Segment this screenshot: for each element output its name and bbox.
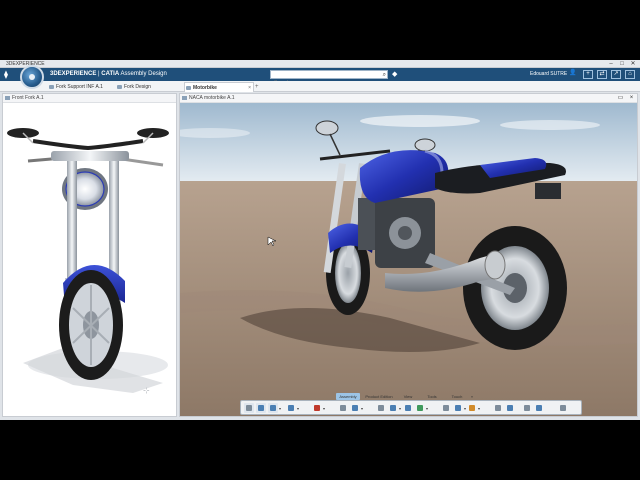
panel-header: Front Fork A.1 [3, 94, 176, 103]
catia-window: 3DEXPERIENCE – □ ✕ ⧫ 3DEXPERIENCE | CATI… [0, 60, 640, 420]
panel-title: Front Fork A.1 [12, 95, 44, 101]
more-tabs-button[interactable]: » [468, 393, 476, 400]
assembly-icon [186, 86, 191, 90]
tab-label: Fork Support INF A.1 [56, 84, 103, 90]
measure-icon[interactable] [493, 403, 503, 413]
action-bar-tabs: Assembly Product Edition View Tools Touc… [336, 393, 476, 400]
product-label: CATIA [101, 71, 120, 77]
assembly-icon [182, 96, 187, 100]
window-titlebar: 3DEXPERIENCE – □ ✕ [0, 60, 640, 68]
user-avatar-icon[interactable]: 👤 [568, 70, 578, 79]
minimize-button[interactable]: – [606, 60, 616, 68]
tab-fork-support[interactable]: Fork Support INF A.1 [48, 82, 103, 92]
motorbike-3d-model[interactable] [180, 103, 638, 417]
engineering-connection-icon[interactable]: ▾ [415, 403, 428, 413]
update-icon[interactable]: ▾ [312, 403, 325, 413]
mate-icon[interactable] [534, 403, 544, 413]
app-header: ⧫ 3DEXPERIENCE | CATIA Assembly Design ⌕… [0, 68, 640, 87]
viewport-header: NACA motorbike A.1 [180, 94, 637, 103]
viewport-restore-icon[interactable]: ▭ [616, 94, 625, 103]
viewport-close-icon[interactable]: × [627, 94, 636, 103]
communicate-button[interactable]: ↗ [611, 70, 621, 79]
front-fork-3d-model[interactable]: ⊹ [3, 103, 177, 417]
add-tab-button[interactable]: + [255, 82, 259, 92]
search-icon[interactable]: ⌕ [383, 71, 386, 79]
app-name-label: Assembly Design [120, 71, 167, 77]
user-name[interactable]: Edouard SUTRE [530, 68, 567, 81]
svg-text:⊹: ⊹ [143, 386, 150, 395]
flexible-icon[interactable] [522, 403, 532, 413]
split-icon[interactable] [403, 403, 413, 413]
editor-tab-strip: Fork Support INF A.1 Fork Design Motorbi… [0, 81, 640, 92]
tag-icon[interactable]: ◆ [392, 70, 397, 79]
compass-icon[interactable] [20, 65, 44, 89]
paste-icon[interactable]: ▾ [268, 403, 281, 413]
brand-label: 3DEXPERIENCE [50, 71, 97, 77]
tab-fork-design[interactable]: Fork Design [116, 82, 151, 92]
close-tab-icon[interactable]: × [248, 83, 251, 93]
tab-touch[interactable]: Touch [448, 393, 466, 400]
3d-viewport[interactable]: NACA motorbike A.1 ▭ × [179, 93, 638, 417]
tab-label: Motorbike [193, 85, 217, 91]
viewport-title: NACA motorbike A.1 [189, 95, 235, 101]
new-component-icon[interactable] [376, 403, 386, 413]
undo-icon[interactable]: ▾ [286, 403, 299, 413]
part-icon [49, 85, 54, 89]
manipulate-icon[interactable] [441, 403, 451, 413]
snap-icon[interactable]: ▾ [453, 403, 466, 413]
maximize-button[interactable]: □ [617, 60, 627, 68]
tab-view[interactable]: View [400, 393, 416, 400]
tab-motorbike[interactable]: Motorbike × [184, 82, 254, 92]
insert-product-icon[interactable] [338, 403, 348, 413]
close-window-button[interactable]: ✕ [628, 60, 638, 68]
share-button[interactable]: ⇄ [597, 70, 607, 79]
status-area [0, 417, 640, 420]
part-icon [117, 85, 122, 89]
tab-product-edition[interactable]: Product Edition [362, 393, 396, 400]
insert-existing-icon[interactable]: ▾ [350, 403, 363, 413]
part-icon [5, 96, 10, 100]
app-title: 3DEXPERIENCE | CATIA Assembly Design [50, 71, 167, 77]
compass-tool-icon[interactable] [558, 403, 568, 413]
tab-assembly[interactable]: Assembly [336, 393, 360, 400]
axis-system-icon[interactable]: ▾ [467, 403, 480, 413]
replace-icon[interactable]: ▾ [388, 403, 401, 413]
tab-label: Fork Design [124, 84, 151, 90]
add-button[interactable]: + [583, 70, 593, 79]
cut-icon[interactable] [244, 403, 254, 413]
copy-icon[interactable] [256, 403, 266, 413]
action-bar: Assembly Product Edition View Tools Touc… [240, 393, 582, 415]
pattern-icon[interactable] [505, 403, 515, 413]
3ds-logo-icon: ⧫ [4, 70, 8, 79]
front-fork-panel: Front Fork A.1 ⊹ [2, 93, 177, 417]
home-button[interactable]: ⌂ [625, 70, 635, 79]
action-bar-tools: ▾ ▾ ▾ ▾ ▾ ▾ ▾ ▾ [240, 400, 582, 415]
tab-tools[interactable]: Tools [424, 393, 440, 400]
search-box[interactable]: ⌕ [270, 70, 388, 87]
